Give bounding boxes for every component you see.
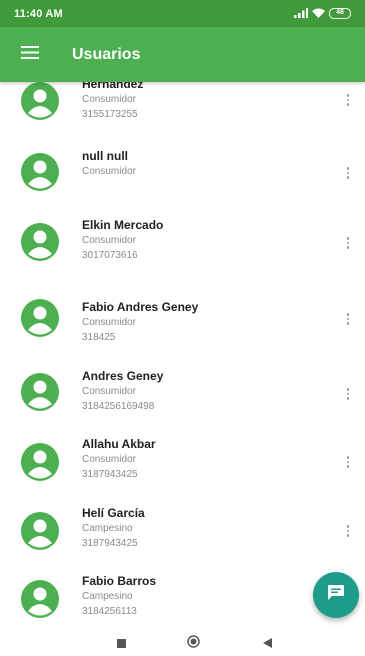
triangle-back-icon bbox=[262, 635, 272, 653]
user-phone: 3187943425 bbox=[82, 469, 138, 480]
wifi-icon bbox=[312, 5, 325, 23]
user-role: Consumidor bbox=[82, 454, 136, 465]
back-button[interactable] bbox=[258, 636, 276, 652]
user-role: Consumidor bbox=[82, 386, 136, 397]
user-phone: 3155173255 bbox=[82, 109, 138, 120]
user-phone: 3187943425 bbox=[82, 538, 138, 549]
page-title: Usuarios bbox=[72, 45, 141, 63]
more-options-button[interactable] bbox=[341, 384, 355, 404]
menu-button[interactable] bbox=[6, 27, 54, 82]
square-icon bbox=[116, 635, 126, 653]
user-role: Consumidor bbox=[82, 317, 136, 328]
account-circle-icon bbox=[21, 512, 59, 550]
user-text: Fabio Barros Campesino 3184256113 bbox=[82, 573, 156, 619]
account-circle-icon bbox=[21, 299, 59, 337]
user-phone: 3184256113 bbox=[82, 606, 137, 617]
more-options-button[interactable] bbox=[341, 90, 355, 110]
list-item[interactable]: Andres Geney Consumidor 3184256169498 bbox=[0, 367, 365, 437]
status-time: 11:40 AM bbox=[14, 7, 63, 20]
account-circle-icon bbox=[21, 373, 59, 411]
more-vertical-icon bbox=[346, 525, 350, 528]
list-item[interactable]: Fabio Barros Campesino 3184256113 bbox=[0, 570, 365, 632]
message-icon bbox=[327, 584, 345, 606]
hamburger-menu-icon bbox=[21, 45, 39, 64]
more-vertical-icon bbox=[346, 456, 350, 459]
user-role: Campesino bbox=[82, 591, 133, 602]
user-role: Consumidor bbox=[82, 166, 136, 177]
user-text: Helí García Campesino 3187943425 bbox=[82, 505, 145, 551]
more-vertical-icon bbox=[346, 313, 350, 316]
app-bar: Usuarios bbox=[0, 27, 365, 82]
account-circle-icon bbox=[21, 223, 59, 261]
user-name: Fabio Andres Geney bbox=[82, 300, 199, 314]
user-phone: 3017073616 bbox=[82, 250, 138, 261]
recents-button[interactable] bbox=[112, 636, 130, 652]
list-item[interactable]: Elkin Mercado Consumidor 3017073616 bbox=[0, 212, 365, 282]
more-options-button[interactable] bbox=[341, 233, 355, 253]
user-role: Consumidor bbox=[82, 235, 136, 246]
new-message-fab[interactable] bbox=[313, 572, 359, 618]
user-phone: 318425 bbox=[82, 332, 116, 343]
user-name: Elkin Mercado bbox=[82, 218, 164, 232]
status-icons: 48 bbox=[294, 5, 351, 23]
more-options-button[interactable] bbox=[341, 309, 355, 329]
user-text: Elkin Mercado Consumidor 3017073616 bbox=[82, 217, 163, 263]
user-text: Allahu Akbar Consumidor 3187943425 bbox=[82, 436, 156, 482]
more-vertical-icon bbox=[346, 237, 350, 240]
account-circle-icon bbox=[21, 443, 59, 481]
signal-icon bbox=[294, 5, 308, 23]
user-text: Fabio Andres Geney Consumidor 318425 bbox=[82, 299, 198, 345]
list-item[interactable]: Allahu Akbar Consumidor 3187943425 bbox=[0, 435, 365, 505]
user-name: Fabio Barros bbox=[82, 574, 157, 588]
list-item[interactable]: Fabio Andres Geney Consumidor 318425 bbox=[0, 294, 365, 364]
user-text: Hernandez Consumidor 3155173255 bbox=[82, 82, 143, 122]
more-options-button[interactable] bbox=[341, 521, 355, 541]
user-text: Andres Geney Consumidor 3184256169498 bbox=[82, 368, 163, 414]
user-name: Allahu Akbar bbox=[82, 437, 156, 451]
more-vertical-icon bbox=[346, 388, 350, 391]
user-name: Helí García bbox=[82, 506, 145, 520]
list-item[interactable]: Hernandez Consumidor 3155173255 bbox=[0, 82, 365, 136]
more-vertical-icon bbox=[346, 167, 350, 170]
screen: 11:40 AM 48 Usuarios Hernandez Consumido… bbox=[0, 0, 365, 656]
status-bar: 11:40 AM 48 bbox=[0, 0, 365, 27]
circle-icon bbox=[186, 635, 200, 653]
account-circle-icon bbox=[21, 82, 59, 120]
more-options-button[interactable] bbox=[341, 452, 355, 472]
navigation-bar bbox=[0, 632, 365, 656]
user-text: null null Consumidor bbox=[82, 148, 136, 179]
user-list[interactable]: Hernandez Consumidor 3155173255 null nul… bbox=[0, 82, 365, 632]
more-options-button[interactable] bbox=[341, 163, 355, 183]
list-item[interactable]: null null Consumidor bbox=[0, 142, 365, 202]
home-button[interactable] bbox=[184, 635, 202, 653]
more-vertical-icon bbox=[346, 94, 350, 97]
account-circle-icon bbox=[21, 580, 59, 618]
user-phone: 3184256169498 bbox=[82, 401, 155, 412]
user-name: Hernandez bbox=[82, 82, 144, 91]
user-role: Consumidor bbox=[82, 94, 136, 105]
user-role: Campesino bbox=[82, 523, 133, 534]
user-name: Andres Geney bbox=[82, 369, 164, 383]
account-circle-icon bbox=[21, 153, 59, 191]
user-name: null null bbox=[82, 149, 128, 163]
list-item[interactable]: Helí García Campesino 3187943425 bbox=[0, 503, 365, 573]
battery-icon: 48 bbox=[329, 8, 351, 19]
